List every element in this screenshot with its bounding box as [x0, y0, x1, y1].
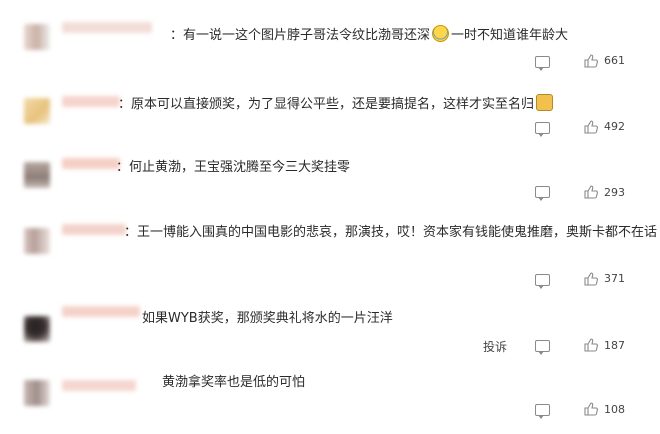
comment-text-part: 如果WYB获奖，那颁奖典礼将水的一片汪洋 — [142, 311, 393, 326]
comment-text: 如果WYB获奖，那颁奖典礼将水的一片汪洋 — [142, 310, 393, 328]
comment-item: ：何止黄渤，王宝强沈腾至今三大奖挂零 293 — [0, 150, 660, 216]
laugh-cry-emoji-icon — [432, 25, 450, 42]
reply-icon[interactable] — [535, 122, 550, 137]
comment-item: ：原本可以直接颁奖，为了显得公平些，还是要搞提名，这样才实至名归 492 — [0, 86, 660, 152]
reply-icon[interactable] — [535, 56, 550, 71]
avatar[interactable] — [24, 162, 50, 188]
avatar[interactable] — [24, 316, 50, 342]
comment-text-part: 何止黄渤，王宝强沈腾至今三大奖挂零 — [129, 160, 351, 175]
thumbs-up-icon[interactable] — [584, 338, 598, 352]
username-blurred[interactable] — [62, 22, 152, 33]
comment-text-part: 有一说一这个图片脖子哥法令纹比渤哥还深 — [183, 28, 431, 43]
comment-item: 黄渤拿奖率也是低的可怕 108 — [0, 368, 660, 434]
comment-text-part: 原本可以直接颁奖，为了显得公平些，还是要搞提名，这样才实至名归 — [131, 97, 535, 112]
like-count: 108 — [604, 403, 625, 416]
like-count: 371 — [604, 272, 625, 285]
comment-text: ：王一博能入围真的中国电影的悲哀，那演技，哎！资本家有钱能使鬼推磨，奥斯卡都不在… — [124, 225, 658, 240]
dog-emoji-icon — [536, 94, 554, 111]
thumbs-up-icon[interactable] — [584, 185, 598, 199]
comment-item: ：王一博能入围真的中国电影的悲哀，那演技，哎！资本家有钱能使鬼推磨，奥斯卡都不在… — [0, 218, 660, 289]
reply-icon[interactable] — [535, 186, 550, 201]
username-blurred[interactable] — [62, 224, 126, 235]
like-count: 492 — [604, 120, 625, 133]
like-count: 661 — [604, 54, 625, 67]
avatar[interactable] — [24, 24, 50, 50]
comment-text: ：有一说一这个图片脖子哥法令纹比渤哥还深 一时不知道谁年龄大 — [170, 25, 568, 45]
username-blurred[interactable] — [62, 306, 140, 317]
avatar[interactable] — [24, 98, 50, 124]
username-blurred[interactable] — [62, 380, 136, 391]
username-blurred[interactable] — [62, 96, 120, 107]
avatar[interactable] — [24, 228, 50, 254]
comment-text: ：原本可以直接颁奖，为了显得公平些，还是要搞提名，这样才实至名归 — [118, 94, 555, 114]
reply-icon[interactable] — [535, 274, 550, 289]
comment-item: 如果WYB获奖，那颁奖典礼将水的一片汪洋 投诉 187 — [0, 302, 660, 368]
comment-text-part: 一时不知道谁年龄大 — [451, 28, 569, 43]
thumbs-up-icon[interactable] — [584, 120, 598, 134]
reply-icon[interactable] — [535, 404, 550, 419]
like-count: 187 — [604, 339, 625, 352]
thumbs-up-icon[interactable] — [584, 402, 598, 416]
comment-text: 黄渤拿奖率也是低的可怕 — [162, 374, 305, 392]
thumbs-up-icon[interactable] — [584, 54, 598, 68]
comment-text: ：何止黄渤，王宝强沈腾至今三大奖挂零 — [116, 160, 351, 175]
like-count: 293 — [604, 186, 625, 199]
comment-item: ：有一说一这个图片脖子哥法令纹比渤哥还深 一时不知道谁年龄大 661 — [0, 16, 660, 82]
avatar[interactable] — [24, 380, 50, 406]
comment-text-part: 王一博能入围真的中国电影的悲哀，那演技，哎！资本家有钱能使鬼推磨，奥斯卡都不在话 — [137, 225, 658, 240]
username-blurred[interactable] — [62, 158, 120, 169]
reply-icon[interactable] — [535, 340, 550, 355]
thumbs-up-icon[interactable] — [584, 272, 598, 286]
comment-text-part: 黄渤拿奖率也是低的可怕 — [162, 375, 306, 390]
report-button[interactable]: 投诉 — [483, 338, 507, 355]
